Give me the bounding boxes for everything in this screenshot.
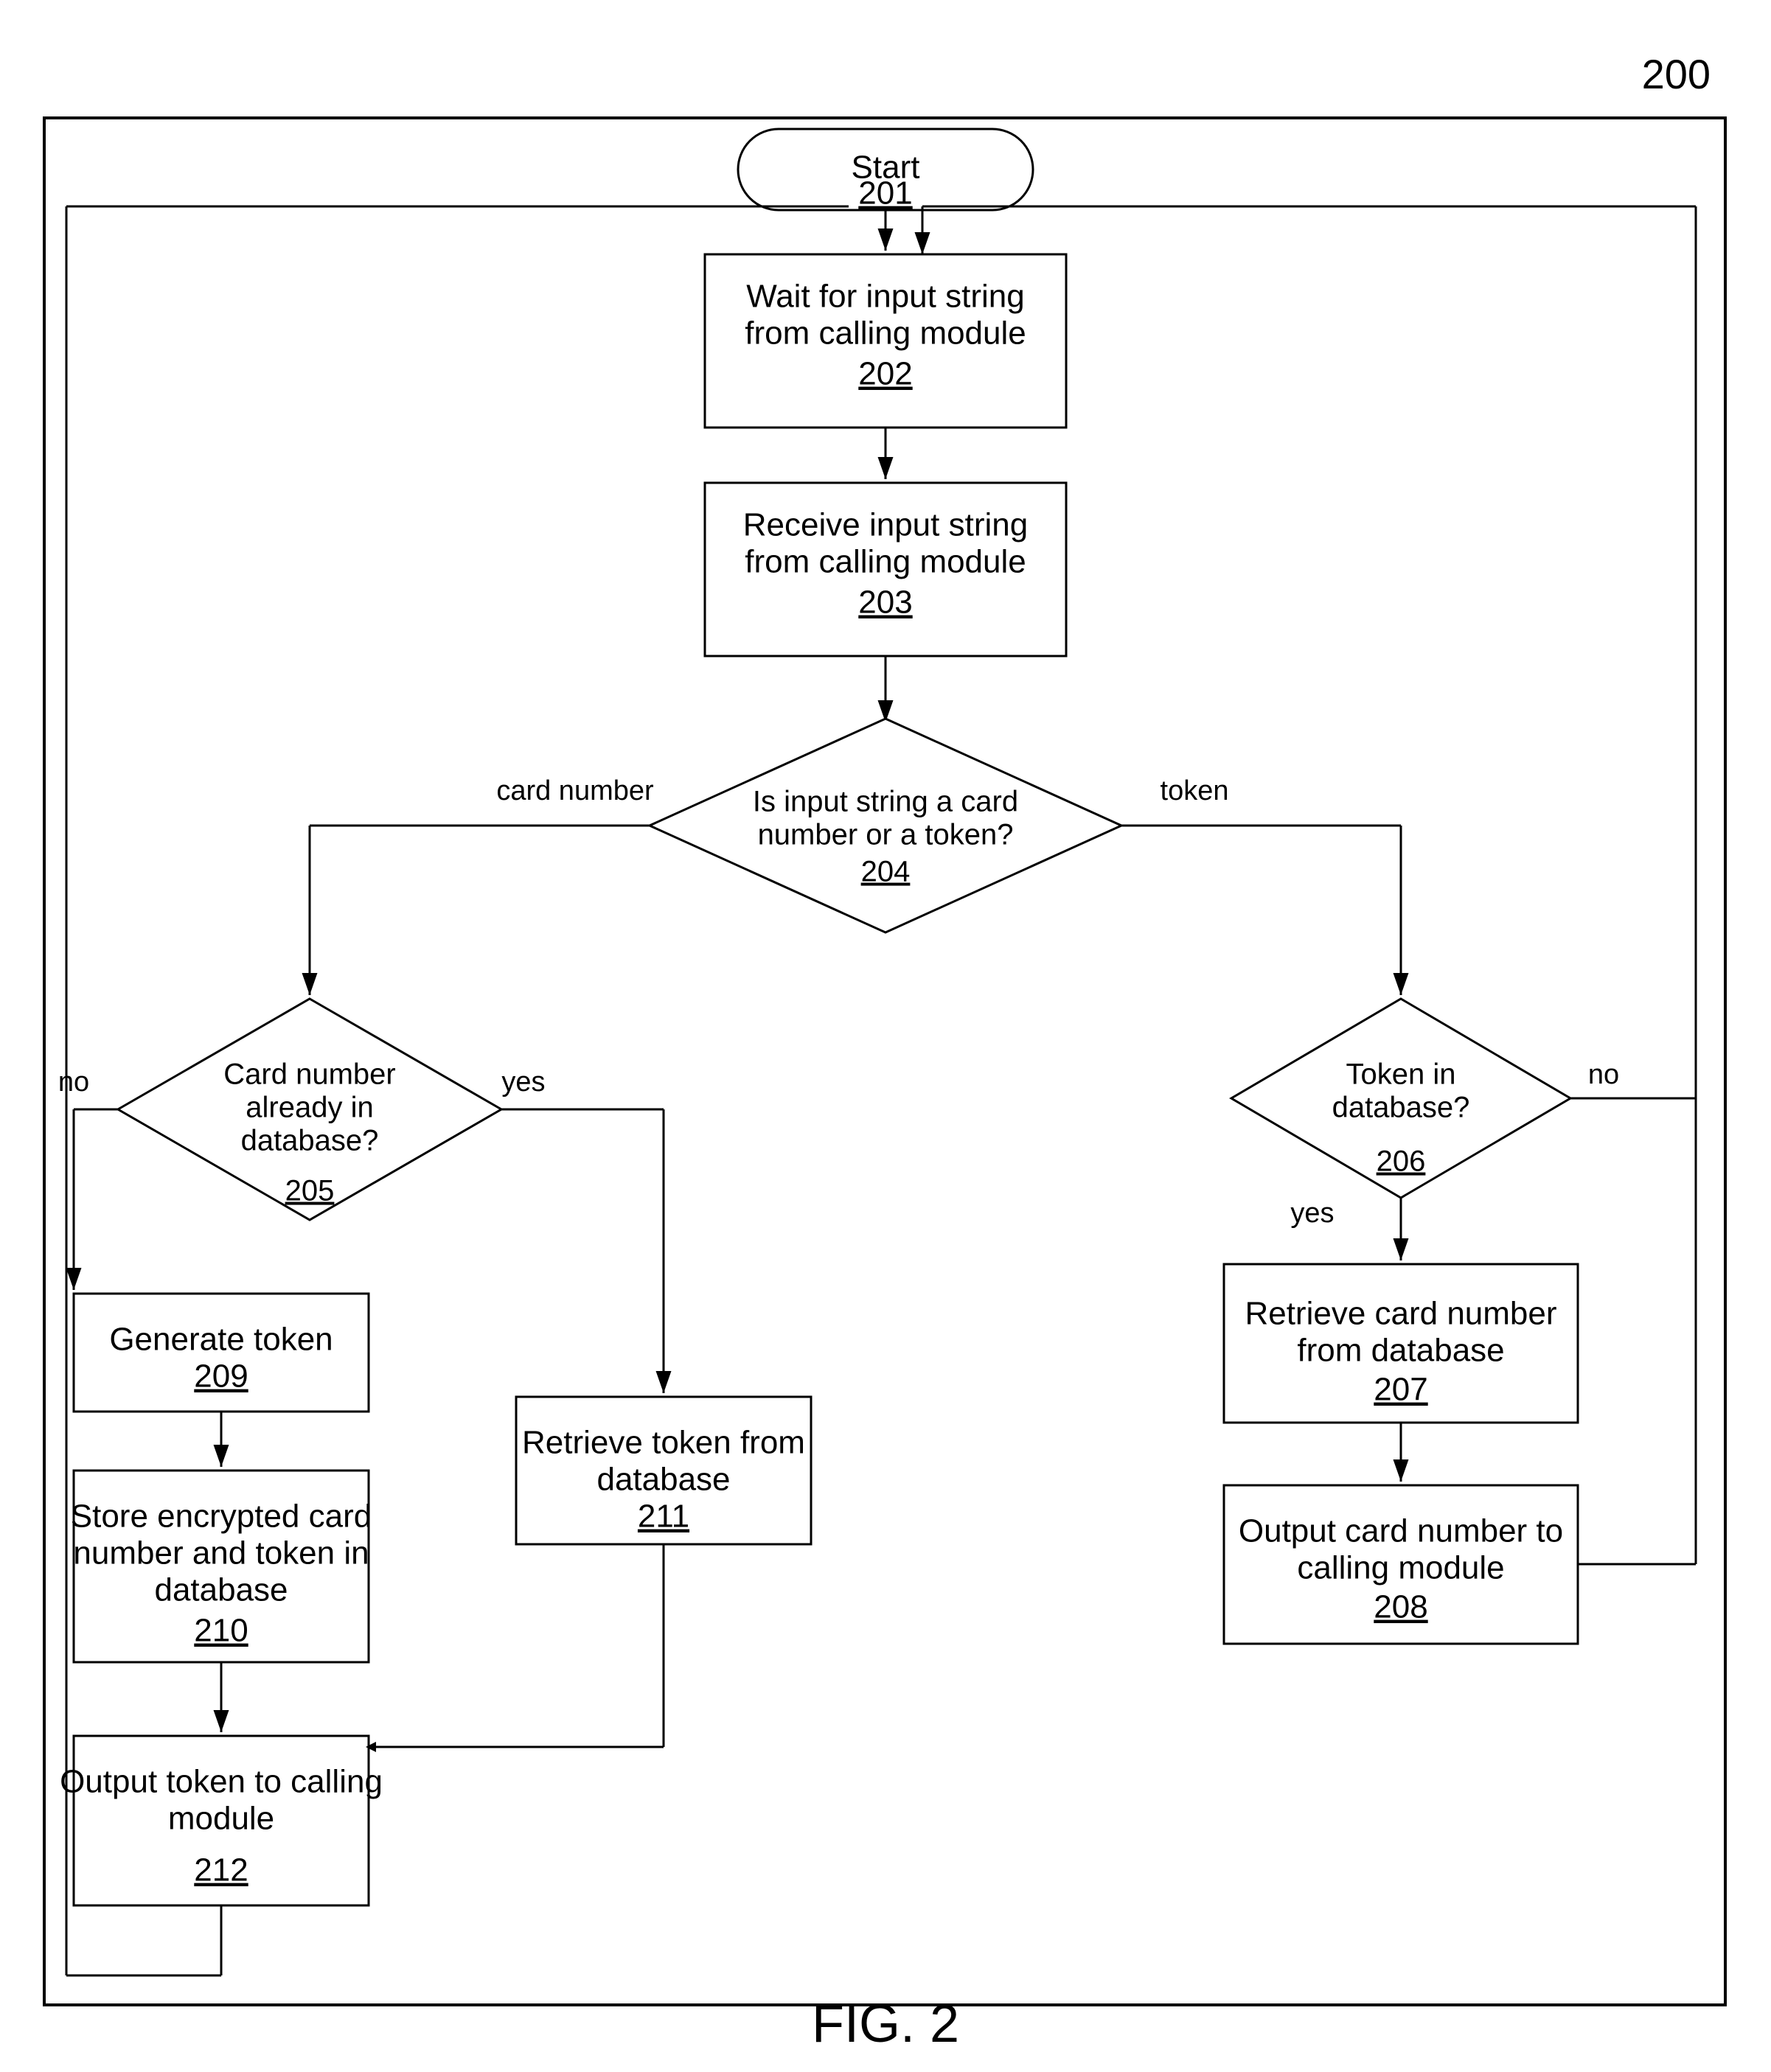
diamond-205-text-2: already in: [246, 1092, 373, 1124]
diamond-204-text-1: Is input string a card: [753, 786, 1018, 818]
wait-id: 202: [858, 356, 912, 392]
fig-label: FIG. 2: [812, 1995, 959, 2054]
token-label: token: [1161, 775, 1229, 806]
output-card-id: 208: [1374, 1589, 1427, 1625]
flowchart-diagram: 200 Start 201 Wait for input string from…: [0, 0, 1771, 2072]
output-token-text-1: Output token to calling: [60, 1764, 383, 1800]
diamond-206-text-2: database?: [1332, 1092, 1470, 1124]
output-token-text-2: module: [168, 1801, 274, 1837]
retrieve-token-text-2: database: [596, 1462, 730, 1498]
retrieve-card-text-2: from database: [1297, 1333, 1504, 1369]
diamond-204-text-2: number or a token?: [758, 819, 1014, 851]
retrieve-card-text-1: Retrieve card number: [1245, 1296, 1556, 1332]
diamond-206-id: 206: [1377, 1145, 1426, 1178]
store-text-2: number and token in: [73, 1535, 369, 1572]
retrieve-token-id: 211: [638, 1499, 689, 1535]
diamond-205-text-1: Card number: [223, 1058, 395, 1091]
store-text-3: database: [154, 1572, 288, 1608]
receive-text-2: from calling module: [745, 544, 1026, 580]
yes-label-206: yes: [1290, 1198, 1334, 1229]
output-card-text-2: calling module: [1297, 1550, 1504, 1586]
output-token-id: 212: [194, 1852, 248, 1888]
store-id: 210: [194, 1613, 248, 1649]
diamond-205-id: 205: [285, 1175, 335, 1207]
card-number-label: card number: [496, 775, 654, 806]
diamond-204-id: 204: [861, 856, 911, 888]
store-text-1: Store encrypted card: [71, 1499, 372, 1535]
receive-text-1: Receive input string: [743, 507, 1028, 543]
no-label-206: no: [1588, 1059, 1619, 1090]
no-label-205: no: [58, 1067, 89, 1098]
wait-text-2: from calling module: [745, 315, 1026, 352]
receive-id: 203: [858, 585, 912, 621]
generate-token-text: Generate token: [109, 1322, 333, 1358]
wait-text-1: Wait for input string: [746, 279, 1024, 315]
retrieve-card-id: 207: [1374, 1372, 1427, 1408]
yes-label-205: yes: [501, 1067, 545, 1098]
retrieve-token-text-1: Retrieve token from: [522, 1425, 805, 1461]
output-card-text-1: Output card number to: [1239, 1513, 1563, 1549]
start-id: 201: [858, 175, 912, 212]
diamond-206-text-1: Token in: [1346, 1058, 1456, 1091]
diagram-number: 200: [1642, 51, 1711, 97]
diamond-205-text-3: database?: [241, 1125, 379, 1157]
generate-token-id: 209: [194, 1358, 248, 1395]
